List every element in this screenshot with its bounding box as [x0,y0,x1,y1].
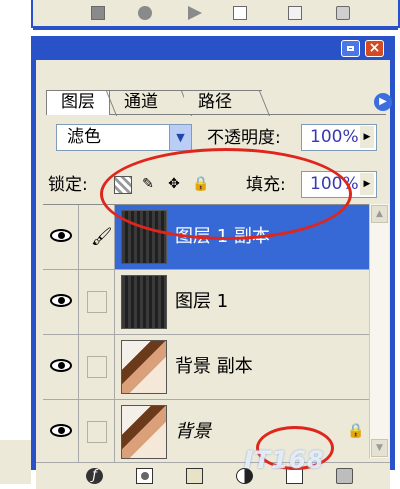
visibility-toggle[interactable] [43,400,79,464]
eye-icon [50,424,72,437]
watermark: IT168 [244,446,325,474]
layer-thumbnail [121,405,167,459]
layer-row[interactable]: 图层 1 [43,270,369,335]
close-button[interactable]: × [365,40,384,57]
layers-palette: × 图层 通道 路径 ▶ 滤色 ▼ 不透明度: 100% ▶ 锁定: ✎ ✥ 🔒 [31,36,395,489]
link-toggle[interactable] [79,335,115,399]
record-icon[interactable] [138,6,152,20]
layers-list: 🖌 图层 1 副本 图层 1 背景 副本 背景 🔒 [43,204,369,465]
fill-slider-arrow-icon[interactable]: ▶ [360,173,374,195]
opacity-value: 100% [310,127,359,147]
eye-icon [50,294,72,307]
tab-paths-label: 路径 [198,92,232,112]
play-icon[interactable] [188,6,202,20]
lock-icon: 🔒 [347,423,365,439]
tab-channels-label: 通道 [124,92,158,112]
paintbrush-icon: 🖌 [91,227,113,247]
layers-scrollbar[interactable]: ▲ ▼ [369,204,389,458]
link-box [87,291,107,313]
visibility-toggle[interactable] [43,335,79,399]
palette-body: 图层 通道 路径 ▶ 滤色 ▼ 不透明度: 100% ▶ 锁定: ✎ ✥ 🔒 填… [36,60,392,489]
layer-name: 背景 副本 [175,356,253,377]
layer-thumbnail [121,340,167,394]
link-toggle[interactable] [79,400,115,464]
layer-thumbnail [121,275,167,329]
tab-paths[interactable]: 路径 [184,90,281,116]
opacity-field[interactable]: 100% ▶ [301,124,377,151]
blend-mode-select[interactable]: 滤色 ▼ [56,124,192,151]
trash-icon[interactable] [336,6,350,20]
new-set-icon[interactable] [233,6,247,20]
visibility-toggle[interactable] [43,205,79,269]
layer-row[interactable]: 背景 副本 [43,335,369,400]
eye-icon [50,359,72,372]
scroll-up-icon[interactable]: ▲ [371,205,388,223]
actions-toolbar [31,0,400,30]
minimize-button[interactable] [341,40,360,57]
lock-label: 锁定: [48,175,88,195]
highlight-ellipse [100,148,352,240]
chevron-down-icon[interactable]: ▼ [169,125,191,150]
layer-name: 图层 1 [175,291,229,312]
layer-style-icon[interactable]: ƒ [86,468,103,484]
link-box [87,421,107,443]
visibility-toggle[interactable] [43,270,79,334]
link-box [87,356,107,378]
opacity-slider-arrow-icon[interactable]: ▶ [360,126,374,148]
stop-icon[interactable] [91,6,105,20]
palette-menu-button[interactable]: ▶ [374,93,392,111]
tab-layers-label: 图层 [61,92,95,112]
opacity-label: 不透明度: [207,128,281,148]
eye-icon [50,229,72,242]
new-action-icon[interactable] [288,6,302,20]
tab-layers[interactable]: 图层 [46,90,128,116]
blend-mode-value: 滤色 [67,127,101,147]
mask-icon[interactable] [136,468,153,484]
canvas-edge [0,440,31,484]
link-toggle[interactable]: 🖌 [79,205,115,269]
link-toggle[interactable] [79,270,115,334]
new-group-icon[interactable] [186,468,203,484]
layer-name: 背景 [175,421,211,442]
